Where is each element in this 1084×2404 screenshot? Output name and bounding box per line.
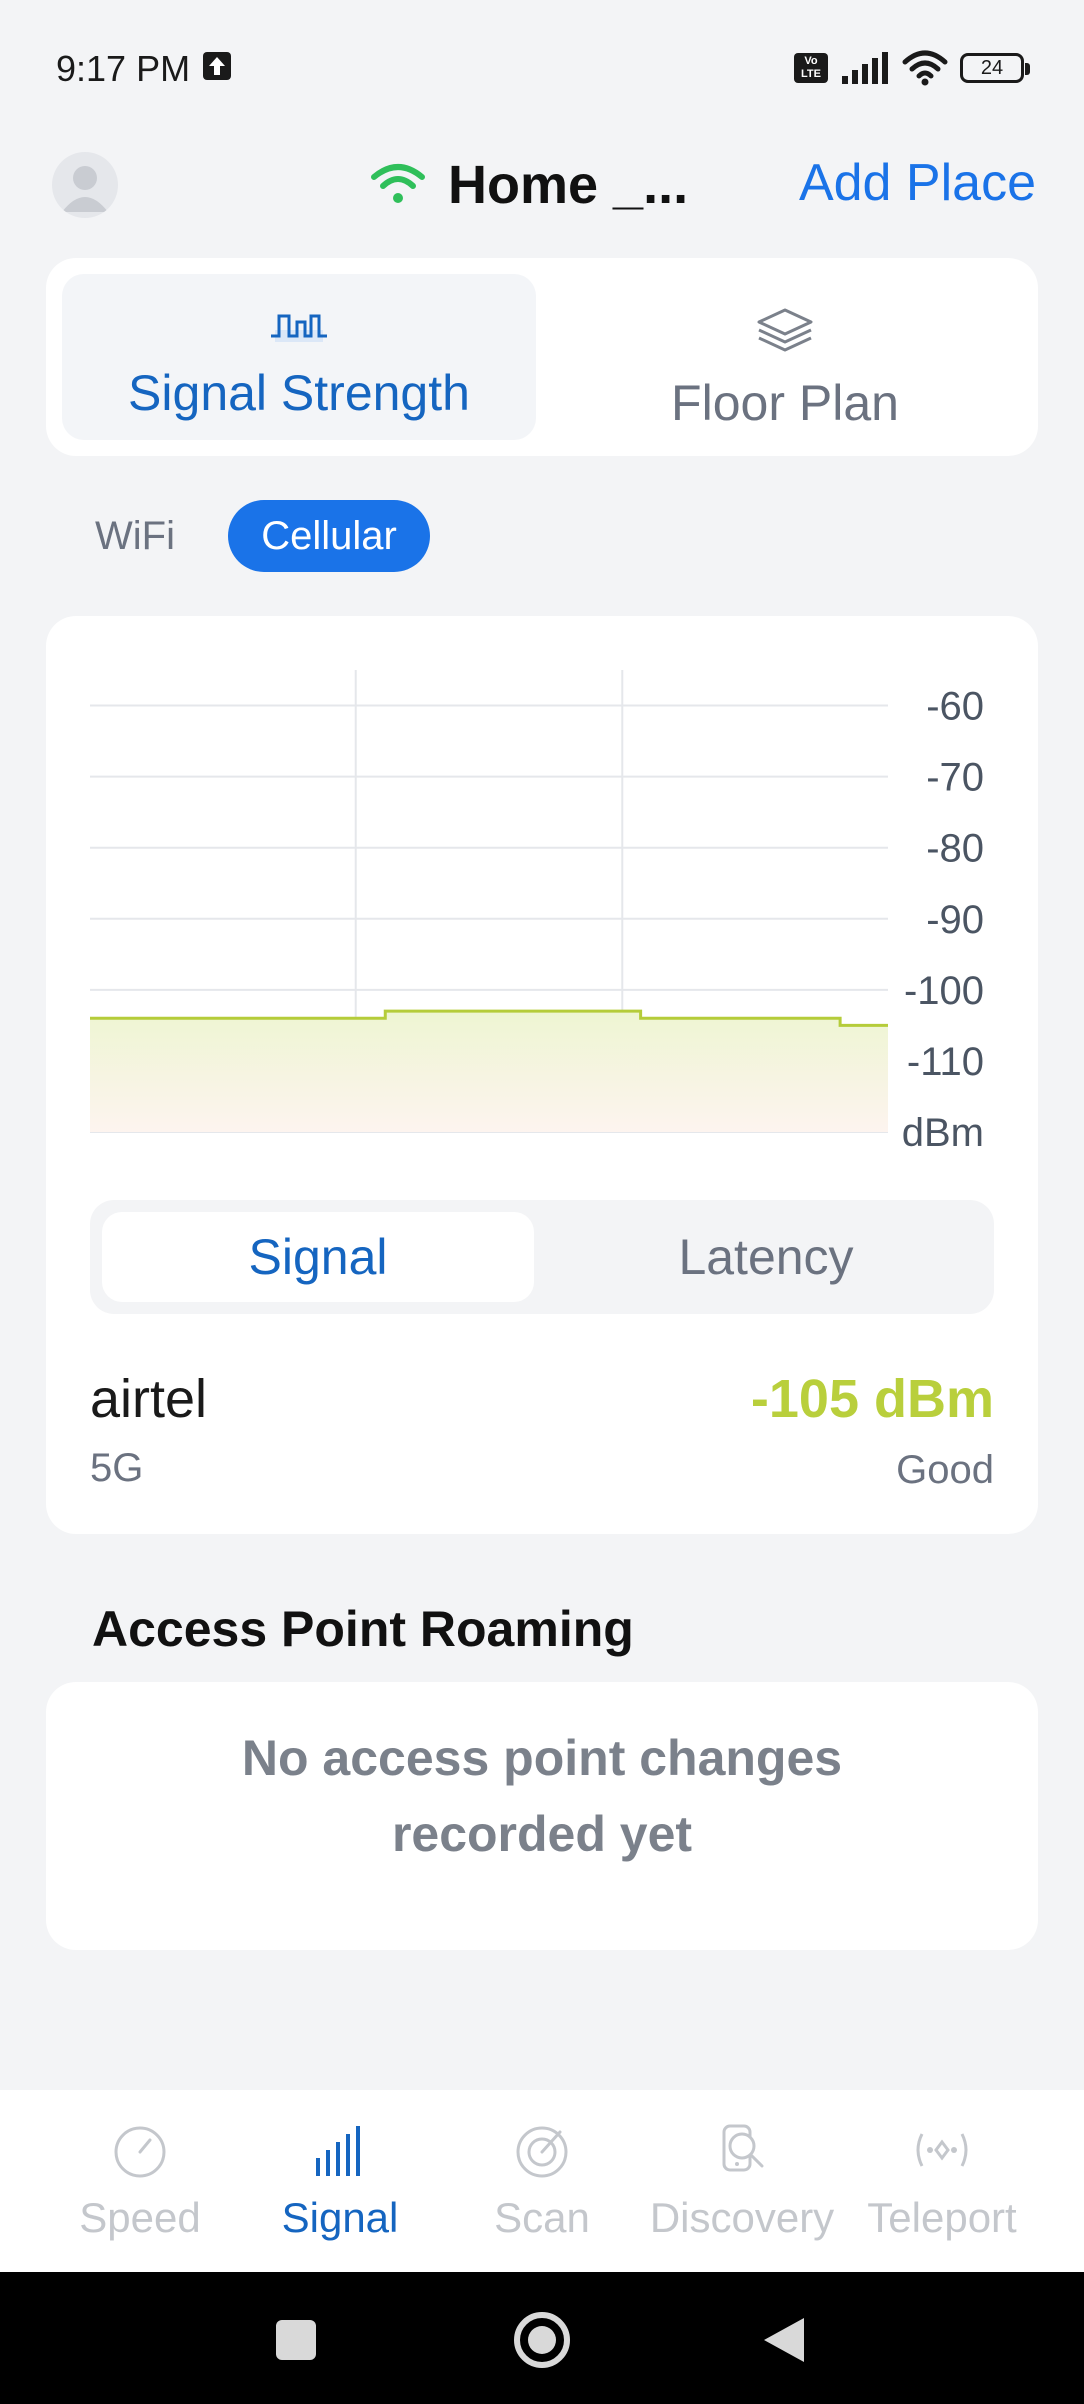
- signal-bars-icon: [316, 2126, 360, 2176]
- profile-avatar-button[interactable]: [52, 152, 118, 218]
- wifi-pill[interactable]: WiFi: [80, 500, 190, 572]
- nav-speed[interactable]: Speed: [40, 2120, 240, 2242]
- signal-tab[interactable]: Signal: [102, 1212, 534, 1302]
- tab-signal-strength[interactable]: Signal Strength: [62, 274, 536, 440]
- network-type: 5G: [90, 1446, 144, 1490]
- y-tick-label: -90: [926, 898, 984, 942]
- wifi-icon: [371, 164, 425, 203]
- nav-signal[interactable]: Signal: [240, 2120, 440, 2242]
- roaming-card: No access point changes recorded yet: [46, 1682, 1038, 1950]
- volte-icon: Vo LTE: [794, 53, 828, 83]
- y-tick-label: -60: [926, 685, 984, 729]
- status-time: 9:17 PM: [56, 48, 191, 89]
- cellular-pill[interactable]: Cellular: [228, 500, 430, 572]
- nav-label: Discovery: [649, 2194, 835, 2241]
- signal-area: [90, 1011, 888, 1132]
- nav-label: Speed: [79, 2194, 201, 2241]
- section-title: Access Point Roaming: [92, 1601, 634, 1657]
- nav-scan[interactable]: Scan: [442, 2120, 642, 2242]
- y-tick-label: -100: [904, 969, 984, 1013]
- y-tick-label: -110: [907, 1040, 984, 1084]
- nav-discovery[interactable]: Discovery: [642, 2120, 842, 2242]
- y-unit-label: dBm: [902, 1111, 984, 1155]
- tab-floor-plan[interactable]: Floor Plan: [548, 274, 1022, 440]
- y-tick-label: -70: [926, 756, 984, 800]
- signal-wave-icon: [271, 314, 327, 342]
- signal-quality: Good: [896, 1448, 994, 1492]
- speedometer-icon: [114, 2126, 166, 2178]
- mode-selector: Signal Strength Floor Plan: [46, 258, 1038, 456]
- cellular-signal-icon: [842, 52, 888, 84]
- latency-tab[interactable]: Latency: [550, 1212, 982, 1302]
- status-icons: Vo LTE 24: [794, 48, 1030, 88]
- place-title: Home _...: [448, 155, 689, 215]
- carrier-name: airtel: [90, 1369, 208, 1429]
- nav-label: Teleport: [867, 2194, 1017, 2241]
- layers-icon: [757, 308, 813, 352]
- battery-icon: 24: [960, 53, 1030, 83]
- place-selector[interactable]: Home _...: [370, 150, 688, 220]
- signal-value: -105 dBm: [750, 1369, 994, 1429]
- signal-chart-card: -60 -70 -80 -90 -100 -110 dBm Signal Latency a…: [46, 616, 1038, 1534]
- signal-chart: -60 -70 -80 -90 -100 -110 dBm: [90, 670, 984, 1155]
- radar-icon: [516, 2126, 568, 2178]
- system-navigation-bar: [0, 2272, 1084, 2404]
- back-button[interactable]: [764, 2318, 804, 2362]
- nav-label: Scan: [494, 2194, 590, 2241]
- home-button[interactable]: [514, 2312, 570, 2368]
- bottom-navigation: Speed Signal Scan Discovery Teleport: [0, 2090, 1084, 2272]
- recent-apps-button[interactable]: [276, 2320, 316, 2360]
- teleport-icon: [916, 2133, 968, 2167]
- nav-label: Signal: [281, 2194, 399, 2241]
- app-screen: 9:17 PM Vo LTE 24 Home _... Add Place Si…: [0, 0, 1084, 2404]
- user-icon: [62, 166, 108, 212]
- empty-message: No access point changes recorded yet: [241, 1730, 843, 1862]
- upload-notification-icon: [203, 52, 231, 80]
- wifi-status-icon: [902, 50, 948, 86]
- device-search-icon: [722, 2124, 764, 2172]
- tab-label: Floor Plan: [671, 375, 899, 431]
- chart-mode-switch: Signal Latency: [90, 1200, 994, 1314]
- status-bar: 9:17 PM Vo LTE 24: [0, 0, 1084, 130]
- nav-teleport[interactable]: Teleport: [842, 2120, 1042, 2242]
- add-place-button[interactable]: Add Place: [799, 150, 1036, 216]
- tab-label: Signal Strength: [128, 365, 470, 421]
- y-tick-label: -80: [926, 827, 984, 871]
